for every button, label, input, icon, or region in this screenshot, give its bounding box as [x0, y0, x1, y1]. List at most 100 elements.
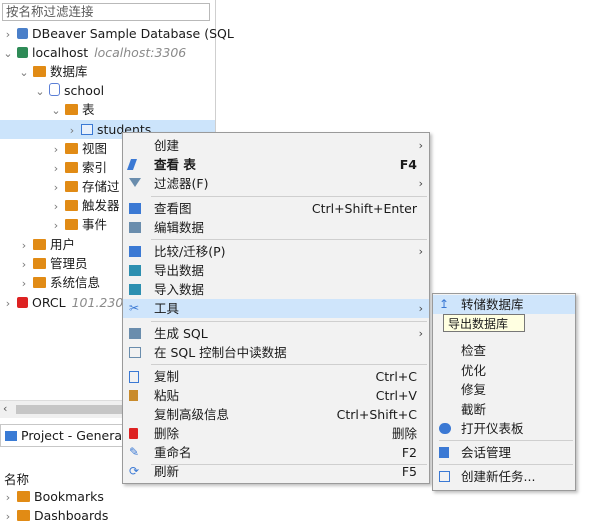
expand-arrow-icon[interactable]: ›: [18, 255, 30, 274]
expand-arrow-icon[interactable]: ›: [2, 25, 14, 44]
tree-item-label: 存储过: [82, 179, 120, 194]
menu-item-generate-sql[interactable]: 生成 SQL ›: [123, 324, 429, 343]
console-icon: [129, 347, 141, 358]
menu-item-import-data[interactable]: 导入数据: [123, 280, 429, 299]
project-item-label: Bookmarks: [34, 489, 104, 504]
submenu-arrow-icon: ›: [418, 245, 423, 258]
submenu-item-session-manager[interactable]: 会话管理: [433, 443, 575, 462]
menu-item-delete[interactable]: 删除 删除: [123, 424, 429, 443]
tree-item-school[interactable]: ⌄ school: [34, 81, 104, 100]
new-task-icon: [439, 471, 450, 482]
expand-arrow-icon[interactable]: ›: [18, 236, 30, 255]
menu-item-rename[interactable]: ✎ 重命名 F2: [123, 443, 429, 462]
expand-arrow-icon[interactable]: ›: [2, 488, 14, 507]
project-item-dashboards[interactable]: › Dashboards: [2, 506, 109, 525]
expand-arrow-icon[interactable]: ›: [50, 159, 62, 178]
database-icon: [49, 83, 60, 96]
folder-icon: [65, 200, 78, 211]
tree-item-label: localhost: [32, 45, 89, 60]
session-icon: [439, 447, 449, 458]
menu-item-label: 截断: [461, 402, 487, 417]
tree-item-triggers[interactable]: › 触发器: [50, 196, 120, 215]
project-item-bookmarks[interactable]: › Bookmarks: [2, 487, 104, 506]
menu-item-label: 修复: [461, 382, 487, 397]
tree-item-administrators[interactable]: › 管理员: [18, 254, 88, 273]
submenu-item-repair[interactable]: 修复: [433, 380, 575, 399]
tree-item-label: 用户: [50, 237, 76, 252]
tooltip: 导出数据库: [443, 314, 525, 332]
expand-arrow-icon[interactable]: ›: [66, 121, 78, 140]
tree-item-orcl[interactable]: › ORCL 101.230.0: [2, 293, 135, 312]
menu-item-read-in-sql-console[interactable]: 在 SQL 控制台中读数据: [123, 343, 429, 362]
scroll-left-icon[interactable]: ‹: [3, 402, 7, 415]
menu-item-copy-advanced[interactable]: 复制高级信息 Ctrl+Shift+C: [123, 405, 429, 424]
menu-item-label: 创建: [154, 138, 180, 153]
menu-item-shortcut: Ctrl+Shift+C: [336, 407, 417, 422]
menu-item-label: 工具: [154, 301, 180, 316]
expand-arrow-icon[interactable]: ›: [50, 140, 62, 159]
users-folder-icon: [33, 239, 46, 250]
tree-item-system-info[interactable]: › 系统信息: [18, 273, 100, 292]
connection-filter-input[interactable]: 按名称过滤连接: [2, 3, 210, 21]
project-icon: [5, 431, 17, 441]
submenu-item-truncate[interactable]: 截断: [433, 400, 575, 419]
expand-arrow-icon[interactable]: ›: [50, 216, 62, 235]
expand-arrow-icon[interactable]: ›: [18, 274, 30, 293]
tree-item-events[interactable]: › 事件: [50, 215, 107, 234]
menu-item-edit-data[interactable]: 编辑数据: [123, 218, 429, 237]
tree-item-sample-db[interactable]: › DBeaver Sample Database (SQL: [2, 24, 234, 43]
collapse-arrow-icon[interactable]: ⌄: [34, 82, 46, 101]
menu-item-label: 会话管理: [461, 445, 512, 460]
submenu-item-dump-database[interactable]: ↥ 转储数据库: [433, 295, 575, 314]
project-tab[interactable]: Project - General: [0, 424, 142, 447]
menu-separator: [151, 364, 427, 365]
menu-item-tools[interactable]: ✂ 工具 ›: [123, 299, 429, 318]
submenu-item-check[interactable]: 检查: [433, 341, 575, 360]
filter-icon: [129, 178, 141, 187]
menu-separator: [151, 321, 427, 322]
menu-item-label: 删除: [154, 426, 180, 441]
menu-item-filter[interactable]: 过滤器(F) ›: [123, 174, 429, 193]
menu-item-view-diagram[interactable]: 查看图 Ctrl+Shift+Enter: [123, 199, 429, 218]
submenu-item-create-task[interactable]: 创建新任务...: [433, 467, 575, 486]
tree-item-label: 事件: [82, 217, 108, 232]
menu-item-refresh[interactable]: ⟳ 刷新 F5: [123, 462, 429, 481]
expand-arrow-icon[interactable]: ›: [50, 178, 62, 197]
submenu-item-optimize[interactable]: 优化: [433, 361, 575, 380]
folder-icon: [17, 491, 30, 502]
tree-item-procedures[interactable]: › 存储过: [50, 177, 120, 196]
menu-item-view-table[interactable]: 查看 表 F4: [123, 155, 429, 174]
menu-item-copy[interactable]: 复制 Ctrl+C: [123, 367, 429, 386]
tree-item-localhost[interactable]: ⌄ localhost localhost:3306: [2, 43, 186, 62]
dashboard-icon: [439, 423, 451, 434]
tree-item-label: 索引: [82, 160, 108, 175]
menu-item-export-data[interactable]: 导出数据: [123, 261, 429, 280]
menu-item-shortcut: Ctrl+Shift+Enter: [311, 201, 417, 216]
tree-item-tables[interactable]: ⌄ 表: [50, 100, 95, 120]
folder-icon: [65, 104, 78, 115]
menu-item-create[interactable]: 创建 ›: [123, 136, 429, 155]
menu-item-label: 复制高级信息: [154, 407, 230, 422]
tools-icon: ✂: [129, 301, 140, 315]
expand-arrow-icon[interactable]: ›: [50, 197, 62, 216]
tree-item-indexes[interactable]: › 索引: [50, 158, 107, 177]
menu-item-label: 导出数据: [154, 263, 205, 278]
refresh-icon: ⟳: [129, 464, 140, 478]
collapse-arrow-icon[interactable]: ⌄: [18, 63, 30, 82]
tree-item-databases[interactable]: ⌄ 数据库: [18, 62, 87, 82]
menu-item-label: 粘贴: [154, 388, 180, 403]
database-connection-icon: [17, 28, 28, 39]
submenu-item-open-dashboard[interactable]: 打开仪表板: [433, 419, 575, 438]
folder-icon: [65, 143, 78, 154]
tree-item-users[interactable]: › 用户: [18, 235, 75, 254]
collapse-arrow-icon[interactable]: ⌄: [2, 44, 14, 63]
menu-item-paste[interactable]: 粘贴 Ctrl+V: [123, 386, 429, 405]
tree-item-label: DBeaver Sample Database (SQL: [32, 26, 234, 41]
menu-item-compare-migrate[interactable]: 比较/迁移(P) ›: [123, 242, 429, 261]
tree-item-views[interactable]: › 视图: [50, 139, 107, 158]
tree-item-label: 表: [82, 102, 95, 117]
expand-arrow-icon[interactable]: ›: [2, 294, 14, 313]
connection-host: localhost:3306: [94, 45, 187, 60]
menu-item-shortcut: F5: [401, 464, 417, 479]
collapse-arrow-icon[interactable]: ⌄: [50, 101, 62, 120]
